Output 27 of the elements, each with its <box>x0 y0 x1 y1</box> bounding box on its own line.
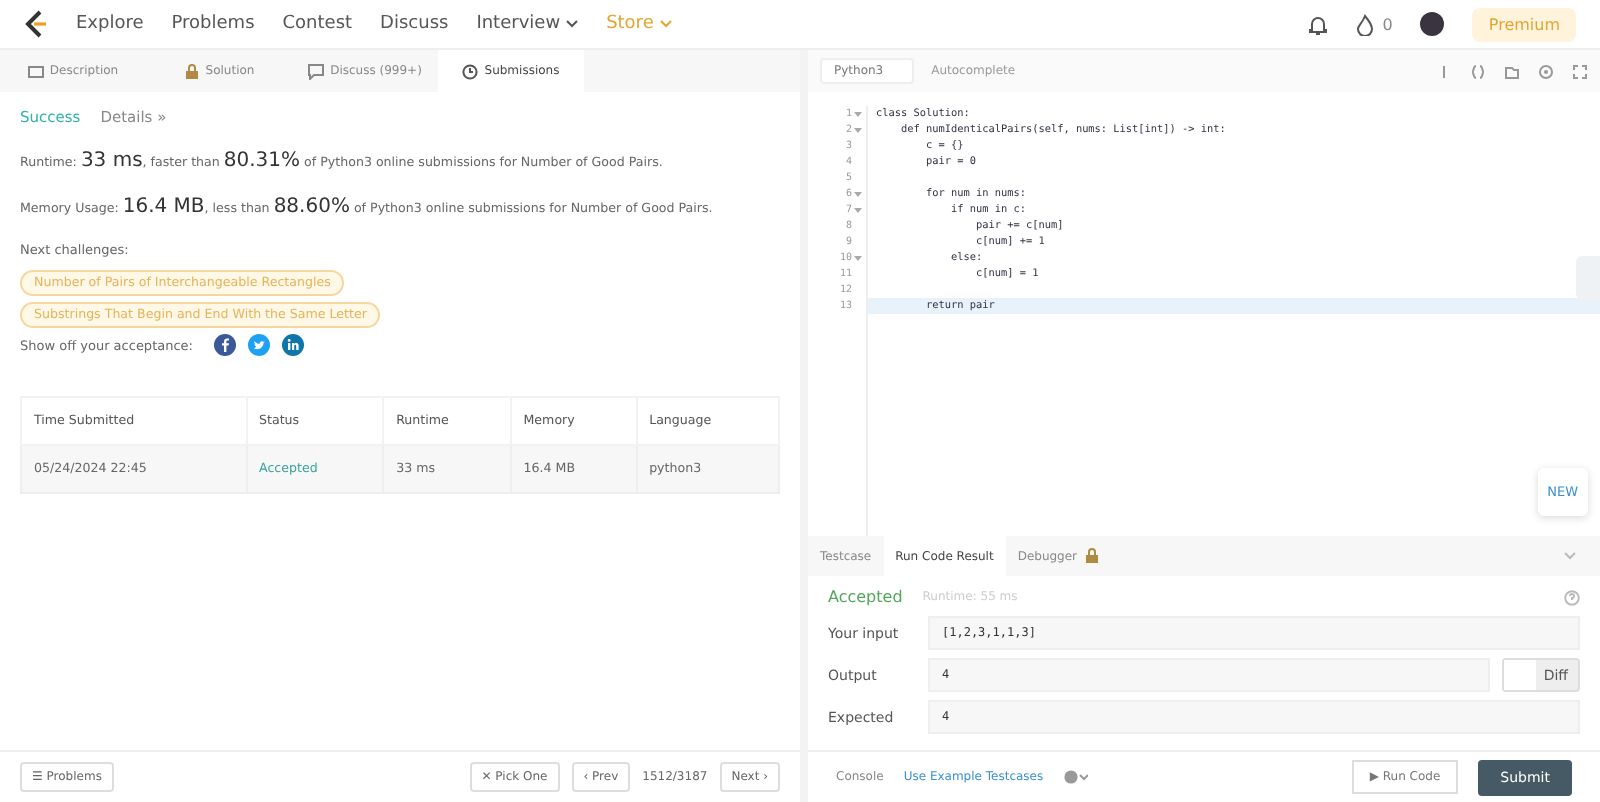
bell-icon[interactable] <box>1308 13 1329 35</box>
nav-link[interactable]: Discuss <box>380 14 449 34</box>
twitter-icon[interactable] <box>248 334 271 356</box>
settings-icon[interactable] <box>1538 63 1554 79</box>
facebook-icon[interactable] <box>214 334 237 356</box>
reset-icon[interactable] <box>1504 63 1520 79</box>
nav-link[interactable]: Problems <box>171 14 255 34</box>
document-icon <box>27 63 44 79</box>
collapse-icon[interactable] <box>1564 552 1576 560</box>
nav-link[interactable]: Explore <box>76 14 144 34</box>
result-status: Accepted <box>828 588 903 606</box>
avatar[interactable] <box>1420 12 1445 36</box>
nav-link[interactable]: Contest <box>282 14 353 34</box>
braces-icon[interactable] <box>1470 63 1486 79</box>
linkedin-icon[interactable] <box>282 334 305 356</box>
lock-icon <box>183 63 200 79</box>
help-menu-icon[interactable] <box>1063 770 1088 784</box>
chevron-icon[interactable] <box>566 20 579 28</box>
streak-count: 0 <box>1382 15 1393 33</box>
fold-icon[interactable] <box>854 254 862 262</box>
logo-icon[interactable] <box>24 10 48 38</box>
lock-icon <box>1083 548 1100 564</box>
fullscreen-icon[interactable] <box>1572 63 1588 79</box>
chat-icon <box>308 63 325 79</box>
clock-icon <box>462 63 479 79</box>
help-icon[interactable] <box>1564 589 1580 605</box>
nav-link[interactable]: Interview <box>476 14 579 34</box>
